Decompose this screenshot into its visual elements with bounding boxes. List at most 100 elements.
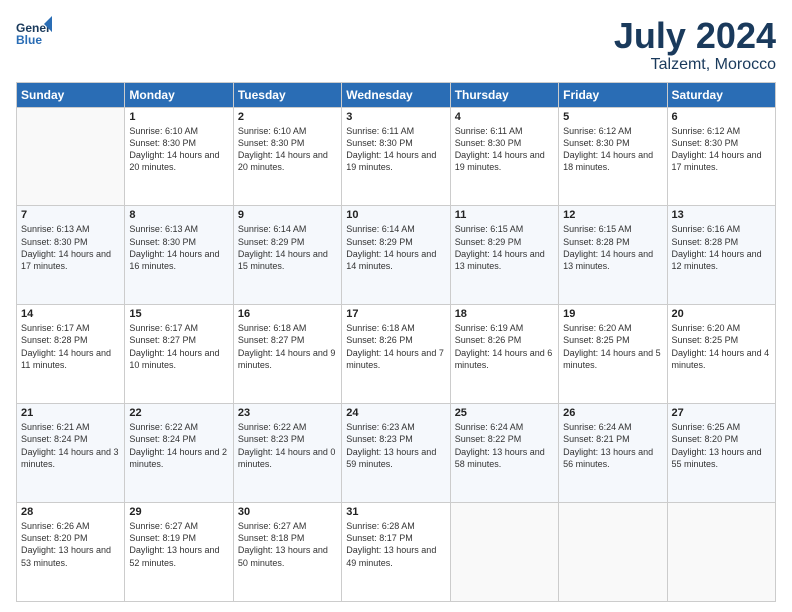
sunrise-text: Sunrise: 6:15 AM: [455, 223, 554, 235]
sunset-text: Sunset: 8:27 PM: [129, 334, 228, 346]
sunset-text: Sunset: 8:25 PM: [563, 334, 662, 346]
calendar-subtitle: Talzemt, Morocco: [614, 56, 776, 74]
calendar-cell: 30 Sunrise: 6:27 AMSunset: 8:18 PMDayligh…: [233, 503, 341, 602]
day-info: Sunrise: 6:20 AMSunset: 8:25 PMDaylight:…: [672, 322, 771, 371]
day-info: Sunrise: 6:10 AMSunset: 8:30 PMDaylight:…: [129, 125, 228, 174]
sunrise-text: Sunrise: 6:27 AM: [129, 520, 228, 532]
sunrise-text: Sunrise: 6:15 AM: [563, 223, 662, 235]
day-number: 18: [455, 308, 554, 320]
calendar-cell: 12Sunrise: 6:15 AMSunset: 8:28 PMDayligh…: [559, 206, 667, 305]
sunset-text: Sunset: 8:28 PM: [672, 236, 771, 248]
day-info: Sunrise: 6:14 AMSunset: 8:29 PMDaylight:…: [346, 223, 445, 272]
day-number: 6: [672, 111, 771, 123]
day-info: Sunrise: 6:26 AMSunset: 8:20 PMDaylight:…: [21, 520, 120, 569]
calendar-cell: 4Sunrise: 6:11 AMSunset: 8:30 PMDaylight…: [450, 107, 558, 206]
calendar-cell: 18 Sunrise: 6:19 AMSunset: 8:26 PMDayligh…: [450, 305, 558, 404]
sunset-text: Sunset: 8:20 PM: [21, 532, 120, 544]
day-info: Sunrise: 6:19 AMSunset: 8:26 PMDaylight:…: [455, 322, 554, 371]
sunrise-text: Sunrise: 6:10 AM: [129, 125, 228, 137]
sunset-text: Sunset: 8:19 PM: [129, 532, 228, 544]
sunrise-text: Sunrise: 6:11 AM: [455, 125, 554, 137]
daylight-text: Daylight: 14 hours and 3 minutes.: [21, 446, 120, 470]
daylight-text: Daylight: 14 hours and 14 minutes.: [346, 248, 445, 272]
calendar-table: SundayMondayTuesdayWednesdayThursdayFrid…: [16, 82, 776, 602]
calendar-cell: 3Sunrise: 6:11 AMSunset: 8:30 PMDaylight…: [342, 107, 450, 206]
daylight-text: Daylight: 14 hours and 19 minutes.: [455, 149, 554, 173]
day-number: 16: [238, 308, 337, 320]
day-info: Sunrise: 6:15 AMSunset: 8:29 PMDaylight:…: [455, 223, 554, 272]
daylight-text: Daylight: 14 hours and 5 minutes.: [563, 347, 662, 371]
calendar-cell: 20Sunrise: 6:20 AMSunset: 8:25 PMDayligh…: [667, 305, 775, 404]
calendar-cell: 27Sunrise: 6:25 AMSunset: 8:20 PMDayligh…: [667, 404, 775, 503]
calendar-cell: 26Sunrise: 6:24 AMSunset: 8:21 PMDayligh…: [559, 404, 667, 503]
day-info: Sunrise: 6:17 AMSunset: 8:28 PMDaylight:…: [21, 322, 120, 371]
calendar-cell: 19Sunrise: 6:20 AMSunset: 8:25 PMDayligh…: [559, 305, 667, 404]
day-number: 26: [563, 407, 662, 419]
daylight-text: Daylight: 13 hours and 49 minutes.: [346, 544, 445, 568]
calendar-cell: 13 Sunrise: 6:16 AMSunset: 8:28 PMDayligh…: [667, 206, 775, 305]
title-block: July 2024 Talzemt, Morocco: [614, 16, 776, 74]
sunset-text: Sunset: 8:30 PM: [238, 137, 337, 149]
day-info: Sunrise: 6:16 AMSunset: 8:28 PMDaylight:…: [672, 223, 771, 272]
day-info: Sunrise: 6:10 AMSunset: 8:30 PMDaylight:…: [238, 125, 337, 174]
sunset-text: Sunset: 8:26 PM: [346, 334, 445, 346]
calendar-cell: 6Sunrise: 6:12 AMSunset: 8:30 PMDaylight…: [667, 107, 775, 206]
day-number: 21: [21, 407, 120, 419]
column-header-thursday: Thursday: [450, 82, 558, 107]
sunset-text: Sunset: 8:27 PM: [238, 334, 337, 346]
day-info: Sunrise: 6:18 AMSunset: 8:27 PMDaylight:…: [238, 322, 337, 371]
sunrise-text: Sunrise: 6:22 AM: [238, 421, 337, 433]
calendar-cell: 8Sunrise: 6:13 AMSunset: 8:30 PMDaylight…: [125, 206, 233, 305]
sunrise-text: Sunrise: 6:18 AM: [238, 322, 337, 334]
calendar-cell: 28 Sunrise: 6:26 AMSunset: 8:20 PMDayligh…: [17, 503, 125, 602]
sunrise-text: Sunrise: 6:14 AM: [346, 223, 445, 235]
calendar-cell: [450, 503, 558, 602]
sunset-text: Sunset: 8:30 PM: [455, 137, 554, 149]
day-info: Sunrise: 6:27 AMSunset: 8:18 PMDaylight:…: [238, 520, 337, 569]
calendar-cell: 25Sunrise: 6:24 AMSunset: 8:22 PMDayligh…: [450, 404, 558, 503]
calendar-cell: 5Sunrise: 6:12 AMSunset: 8:30 PMDaylight…: [559, 107, 667, 206]
logo: General Blue: [16, 16, 52, 52]
daylight-text: Daylight: 14 hours and 20 minutes.: [238, 149, 337, 173]
calendar-cell: 29Sunrise: 6:27 AMSunset: 8:19 PMDayligh…: [125, 503, 233, 602]
daylight-text: Daylight: 14 hours and 7 minutes.: [346, 347, 445, 371]
calendar-cell: [667, 503, 775, 602]
day-info: Sunrise: 6:13 AMSunset: 8:30 PMDaylight:…: [129, 223, 228, 272]
sunrise-text: Sunrise: 6:24 AM: [563, 421, 662, 433]
sunset-text: Sunset: 8:30 PM: [346, 137, 445, 149]
sunset-text: Sunset: 8:30 PM: [21, 236, 120, 248]
calendar-cell: 1 Sunrise: 6:10 AMSunset: 8:30 PMDaylight…: [125, 107, 233, 206]
daylight-text: Daylight: 14 hours and 13 minutes.: [455, 248, 554, 272]
calendar-cell: 15Sunrise: 6:17 AMSunset: 8:27 PMDayligh…: [125, 305, 233, 404]
day-info: Sunrise: 6:24 AMSunset: 8:22 PMDaylight:…: [455, 421, 554, 470]
daylight-text: Daylight: 14 hours and 16 minutes.: [129, 248, 228, 272]
column-header-friday: Friday: [559, 82, 667, 107]
calendar-cell: 7Sunrise: 6:13 AMSunset: 8:30 PMDaylight…: [17, 206, 125, 305]
daylight-text: Daylight: 14 hours and 9 minutes.: [238, 347, 337, 371]
day-number: 28: [21, 506, 120, 518]
sunrise-text: Sunrise: 6:19 AM: [455, 322, 554, 334]
sunset-text: Sunset: 8:17 PM: [346, 532, 445, 544]
sunset-text: Sunset: 8:30 PM: [563, 137, 662, 149]
day-number: 1: [129, 111, 228, 123]
calendar-cell: 16 Sunrise: 6:18 AMSunset: 8:27 PMDayligh…: [233, 305, 341, 404]
day-number: 22: [129, 407, 228, 419]
day-info: Sunrise: 6:22 AMSunset: 8:23 PMDaylight:…: [238, 421, 337, 470]
day-number: 11: [455, 209, 554, 221]
day-number: 24: [346, 407, 445, 419]
day-info: Sunrise: 6:11 AMSunset: 8:30 PMDaylight:…: [455, 125, 554, 174]
daylight-text: Daylight: 14 hours and 10 minutes.: [129, 347, 228, 371]
column-header-wednesday: Wednesday: [342, 82, 450, 107]
daylight-text: Daylight: 13 hours and 52 minutes.: [129, 544, 228, 568]
daylight-text: Daylight: 14 hours and 17 minutes.: [21, 248, 120, 272]
sunrise-text: Sunrise: 6:25 AM: [672, 421, 771, 433]
daylight-text: Daylight: 13 hours and 58 minutes.: [455, 446, 554, 470]
logo-icon: General Blue: [16, 16, 52, 52]
sunset-text: Sunset: 8:23 PM: [346, 433, 445, 445]
sunrise-text: Sunrise: 6:17 AM: [129, 322, 228, 334]
daylight-text: Daylight: 14 hours and 0 minutes.: [238, 446, 337, 470]
day-number: 30: [238, 506, 337, 518]
day-number: 13: [672, 209, 771, 221]
day-info: Sunrise: 6:17 AMSunset: 8:27 PMDaylight:…: [129, 322, 228, 371]
daylight-text: Daylight: 14 hours and 11 minutes.: [21, 347, 120, 371]
